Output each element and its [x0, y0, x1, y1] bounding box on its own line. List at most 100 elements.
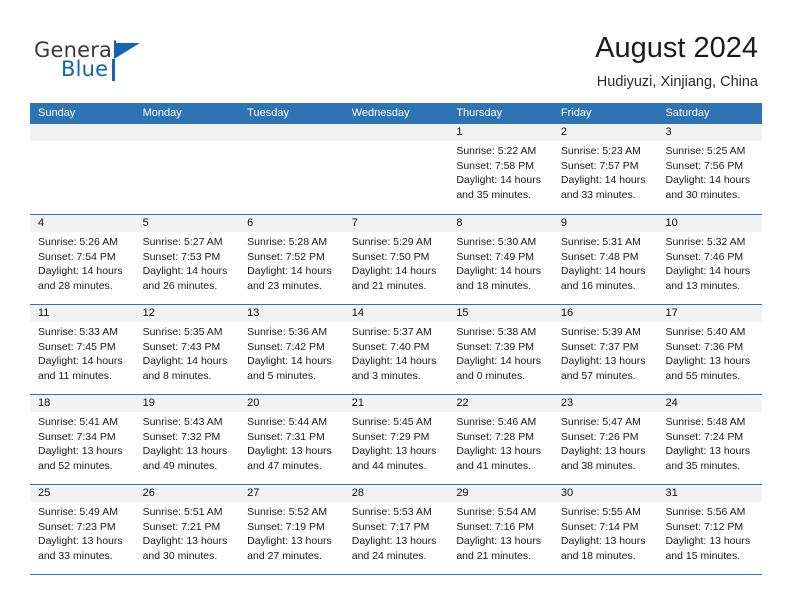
sunrise-text: Sunrise: 5:35 AM [142, 326, 223, 338]
day-info: Sunrise: 5:41 AM Sunset: 7:34 PM Daylight:… [30, 412, 135, 473]
daylight-text-line2: and 23 minutes. [247, 279, 322, 292]
sunset-text: Sunset: 7:23 PM [38, 520, 116, 533]
calendar-day-cell[interactable]: 21 Sunrise: 5:45 AM Sunset: 7:29 PM Dayligh… [343, 395, 449, 484]
calendar-day-cell[interactable]: 7 Sunrise: 5:29 AM Sunset: 7:50 PM Daylight… [343, 215, 449, 304]
calendar-day-cell-empty [239, 124, 344, 214]
calendar-day-cell[interactable]: 28 Sunrise: 5:53 AM Sunset: 7:17 PM Dayligh… [343, 485, 449, 574]
day-info: Sunrise: 5:44 AM Sunset: 7:31 PM Daylight:… [239, 412, 344, 473]
daylight-text-line1: Daylight: 13 hours [38, 445, 123, 457]
daylight-text-line1: Daylight: 13 hours [456, 535, 541, 547]
daylight-text-line2: and 33 minutes. [560, 188, 636, 201]
daylight-text-line2: and 16 minutes. [560, 279, 636, 292]
calendar-day-cell[interactable]: 2 Sunrise: 5:23 AM Sunset: 7:57 PM Daylight… [552, 124, 658, 214]
daylight-text-line1: Daylight: 13 hours [142, 445, 228, 457]
sunset-text: Sunset: 7:26 PM [560, 430, 639, 443]
calendar-day-cell[interactable]: 16 Sunrise: 5:39 AM Sunset: 7:37 PM Dayligh… [552, 305, 658, 394]
calendar-day-cell[interactable]: 19 Sunrise: 5:43 AM Sunset: 7:32 PM Dayligh… [134, 395, 240, 484]
day-info: Sunrise: 5:36 AM Sunset: 7:42 PM Daylight:… [239, 322, 344, 383]
calendar-day-cell[interactable]: 3 Sunrise: 5:25 AM Sunset: 7:56 PM Daylight… [657, 124, 763, 214]
sunset-text: Sunset: 7:39 PM [456, 340, 534, 353]
daylight-text-line1: Daylight: 13 hours [560, 535, 646, 547]
sunrise-text: Sunrise: 5:36 AM [247, 326, 328, 338]
calendar-day-cell[interactable]: 31 Sunrise: 5:56 AM Sunset: 7:12 PM Dayligh… [657, 485, 763, 574]
day-number: 30 [552, 485, 658, 502]
daylight-text-line1: Daylight: 13 hours [142, 535, 228, 547]
calendar-day-cell[interactable]: 17 Sunrise: 5:40 AM Sunset: 7:36 PM Dayligh… [657, 305, 763, 394]
daylight-text-line1: Daylight: 14 hours [351, 265, 437, 277]
sunrise-text: Sunrise: 5:32 AM [665, 236, 746, 248]
sunrise-text: Sunrise: 5:53 AM [351, 506, 432, 518]
day-info: Sunrise: 5:49 AM Sunset: 7:23 PM Daylight:… [30, 502, 135, 563]
calendar-day-cell[interactable]: 25 Sunrise: 5:49 AM Sunset: 7:23 PM Dayligh… [30, 485, 135, 574]
daylight-text-line1: Daylight: 14 hours [38, 355, 123, 367]
day-number: 23 [552, 395, 658, 412]
calendar-day-cell[interactable]: 13 Sunrise: 5:36 AM Sunset: 7:42 PM Dayligh… [239, 305, 344, 394]
general-blue-logo[interactable]: General Blue [34, 38, 264, 88]
sunset-text: Sunset: 7:34 PM [38, 430, 116, 443]
day-info: Sunrise: 5:31 AM Sunset: 7:48 PM Daylight:… [553, 232, 658, 293]
calendar-day-cell[interactable]: 9 Sunrise: 5:31 AM Sunset: 7:48 PM Daylight… [552, 215, 658, 304]
day-number: 25 [30, 485, 135, 502]
day-info: Sunrise: 5:38 AM Sunset: 7:39 PM Daylight:… [448, 322, 553, 383]
calendar-day-cell[interactable]: 27 Sunrise: 5:52 AM Sunset: 7:19 PM Dayligh… [239, 485, 344, 574]
weekday-header-wednesday: Wednesday [351, 107, 410, 119]
daylight-text-line2: and 52 minutes. [38, 459, 113, 472]
day-info: Sunrise: 5:56 AM Sunset: 7:12 PM Daylight:… [657, 502, 762, 563]
calendar-day-cell[interactable]: 22 Sunrise: 5:46 AM Sunset: 7:28 PM Dayligh… [448, 395, 553, 484]
daylight-text-line2: and 18 minutes. [456, 279, 532, 292]
calendar-day-cell[interactable]: 20 Sunrise: 5:44 AM Sunset: 7:31 PM Dayligh… [239, 395, 344, 484]
calendar-day-cell[interactable]: 1 Sunrise: 5:22 AM Sunset: 7:58 PM Daylight… [448, 124, 553, 214]
daylight-text-line1: Daylight: 14 hours [456, 174, 541, 186]
calendar-day-cell[interactable]: 11 Sunrise: 5:33 AM Sunset: 7:45 PM Dayligh… [30, 305, 135, 394]
weekday-header-friday: Friday [560, 107, 592, 119]
calendar-day-cell-empty [30, 124, 135, 214]
sunset-text: Sunset: 7:36 PM [665, 340, 744, 353]
day-info [239, 141, 344, 144]
sunrise-text: Sunrise: 5:40 AM [665, 326, 746, 338]
day-info: Sunrise: 5:22 AM Sunset: 7:58 PM Daylight:… [448, 141, 553, 202]
day-info: Sunrise: 5:28 AM Sunset: 7:52 PM Daylight:… [239, 232, 344, 293]
day-number: 1 [448, 124, 553, 141]
calendar-day-cell[interactable]: 30 Sunrise: 5:55 AM Sunset: 7:14 PM Dayligh… [552, 485, 658, 574]
daylight-text-line2: and 3 minutes. [351, 369, 421, 382]
calendar-day-cell[interactable]: 14 Sunrise: 5:37 AM Sunset: 7:40 PM Dayligh… [343, 305, 449, 394]
weekday-header-row: Sunday Monday Tuesday Wednesday Thursday Frid… [30, 103, 762, 124]
calendar-day-cell[interactable]: 26 Sunrise: 5:51 AM Sunset: 7:21 PM Dayligh… [134, 485, 240, 574]
sunset-text: Sunset: 7:54 PM [38, 250, 116, 263]
daylight-text-line2: and 0 minutes. [456, 369, 526, 382]
sunset-text: Sunset: 7:12 PM [665, 520, 744, 533]
daylight-text-line1: Daylight: 13 hours [247, 535, 332, 547]
weekday-header-thursday: Thursday [456, 107, 503, 119]
sunrise-text: Sunrise: 5:43 AM [142, 416, 223, 428]
calendar-day-cell[interactable]: 4 Sunrise: 5:26 AM Sunset: 7:54 PM Daylight… [30, 215, 135, 304]
calendar-day-cell[interactable]: 18 Sunrise: 5:41 AM Sunset: 7:34 PM Dayligh… [30, 395, 135, 484]
daylight-text-line1: Daylight: 13 hours [665, 355, 751, 367]
calendar-day-cell[interactable]: 6 Sunrise: 5:28 AM Sunset: 7:52 PM Daylight… [239, 215, 344, 304]
day-number [239, 124, 344, 141]
calendar-week-row: 18 Sunrise: 5:41 AM Sunset: 7:34 PM Dayligh… [30, 394, 763, 484]
calendar-day-cell[interactable]: 5 Sunrise: 5:27 AM Sunset: 7:53 PM Daylight… [134, 215, 240, 304]
sunset-text: Sunset: 7:28 PM [456, 430, 534, 443]
daylight-text-line1: Daylight: 13 hours [351, 535, 437, 547]
calendar-weeks: 1 Sunrise: 5:22 AM Sunset: 7:58 PM Daylight… [30, 124, 763, 574]
calendar-day-cell[interactable]: 12 Sunrise: 5:35 AM Sunset: 7:43 PM Dayligh… [134, 305, 240, 394]
day-number: 9 [552, 215, 658, 232]
calendar-day-cell[interactable]: 23 Sunrise: 5:47 AM Sunset: 7:26 PM Dayligh… [552, 395, 658, 484]
calendar-day-cell[interactable]: 24 Sunrise: 5:48 AM Sunset: 7:24 PM Dayligh… [657, 395, 763, 484]
day-number: 12 [134, 305, 240, 322]
daylight-text-line1: Daylight: 14 hours [456, 355, 541, 367]
calendar-day-cell[interactable]: 10 Sunrise: 5:32 AM Sunset: 7:46 PM Dayligh… [657, 215, 763, 304]
day-number: 28 [343, 485, 449, 502]
daylight-text-line2: and 47 minutes. [247, 459, 322, 472]
daylight-text-line2: and 57 minutes. [560, 369, 636, 382]
page-header: General Blue August 2024 Hudiyuzi, Xinji… [0, 0, 792, 103]
weekday-header-sunday: Sunday [38, 107, 76, 119]
calendar-day-cell[interactable]: 29 Sunrise: 5:54 AM Sunset: 7:16 PM Dayligh… [448, 485, 553, 574]
title-block: August 2024 Hudiyuzi, Xinjiang, China [595, 30, 758, 92]
day-info: Sunrise: 5:25 AM Sunset: 7:56 PM Daylight:… [657, 141, 762, 202]
calendar-week-row: 1 Sunrise: 5:22 AM Sunset: 7:58 PM Daylight… [30, 124, 763, 214]
calendar-day-cell[interactable]: 8 Sunrise: 5:30 AM Sunset: 7:49 PM Daylight… [448, 215, 553, 304]
daylight-text-line2: and 28 minutes. [38, 279, 113, 292]
calendar-day-cell[interactable]: 15 Sunrise: 5:38 AM Sunset: 7:39 PM Dayligh… [448, 305, 553, 394]
day-number: 18 [30, 395, 135, 412]
